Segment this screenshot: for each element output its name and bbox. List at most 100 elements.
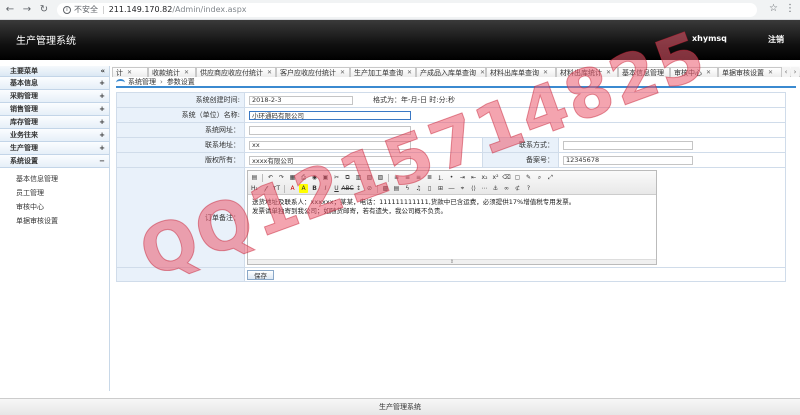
record-number-input[interactable]: 12345678: [563, 155, 693, 165]
font-size-icon[interactable]: тT: [272, 184, 281, 193]
paste-word-icon[interactable]: ▨: [376, 173, 385, 182]
tab-scroll-left-icon[interactable]: ‹: [782, 67, 790, 77]
align-justify-icon[interactable]: ≣: [425, 173, 434, 182]
sidebar-group-purchase[interactable]: 采购管理 +: [0, 90, 109, 103]
heading-icon[interactable]: H₁: [250, 184, 259, 193]
tab[interactable]: 审核中心 ✕: [670, 67, 718, 77]
search-icon[interactable]: ⌕: [535, 173, 544, 182]
code-icon[interactable]: ▣: [321, 173, 330, 182]
clear-format-icon[interactable]: ⌫: [502, 173, 511, 182]
close-icon[interactable]: ✕: [184, 69, 189, 76]
font-family-icon[interactable]: 𝒻: [261, 184, 270, 193]
tab[interactable]: 单据审核设置 ✕: [718, 67, 782, 77]
editor-resize-handle[interactable]: ⇕: [248, 259, 656, 265]
image-icon[interactable]: ▩: [381, 184, 390, 193]
tab[interactable]: 客户应收应付统计 ✕: [276, 67, 350, 77]
unordered-list-icon[interactable]: •: [447, 173, 456, 182]
outdent-icon[interactable]: ⇤: [469, 173, 478, 182]
reload-icon[interactable]: ↻: [37, 3, 51, 17]
source-icon[interactable]: ▤: [250, 173, 259, 182]
preview-icon[interactable]: ◉: [310, 173, 319, 182]
strikethrough-icon[interactable]: ABC: [341, 184, 353, 193]
sidebar-item-audit-settings[interactable]: 单据审核设置: [0, 214, 109, 228]
tab[interactable]: 材料出库统计 ✕: [556, 67, 618, 77]
indent-icon[interactable]: ⇥: [458, 173, 467, 182]
anchor-icon[interactable]: ⚓: [491, 184, 500, 193]
underline-icon[interactable]: U: [332, 184, 341, 193]
tab[interactable]: 收款统计 ✕: [148, 67, 196, 77]
sidebar-group-sales[interactable]: 销售管理 +: [0, 103, 109, 116]
link-icon[interactable]: ∞: [502, 184, 511, 193]
undo-icon[interactable]: ↶: [266, 173, 275, 182]
flash-icon[interactable]: ϟ: [403, 184, 412, 193]
italic-icon[interactable]: I: [321, 184, 330, 193]
paste-text-icon[interactable]: ▧: [365, 173, 374, 182]
close-icon[interactable]: ✕: [543, 69, 548, 76]
align-left-icon[interactable]: ≡: [392, 173, 401, 182]
align-center-icon[interactable]: ≡: [403, 173, 412, 182]
close-icon[interactable]: ✕: [606, 69, 611, 76]
map-icon[interactable]: ⌖: [458, 184, 467, 193]
sidebar-item-basic-info-manage[interactable]: 基本信息管理: [0, 172, 109, 186]
info-icon[interactable]: i: [63, 5, 71, 14]
page-break-icon[interactable]: ⋯: [480, 184, 489, 193]
hr-icon[interactable]: ―: [447, 184, 456, 193]
created-time-input[interactable]: 2018-2-3: [249, 95, 353, 105]
sidebar-item-staff[interactable]: 员工管理: [0, 186, 109, 200]
bookmark-star-icon[interactable]: ☆: [769, 3, 778, 14]
forward-icon[interactable]: →: [20, 3, 34, 17]
tab[interactable]: 计 ✕: [112, 67, 148, 77]
media-icon[interactable]: ♫: [414, 184, 423, 193]
code-block-icon[interactable]: ⟨⟩: [469, 184, 478, 193]
sidebar-collapse-icon[interactable]: «: [100, 67, 105, 75]
tab-scroll-right-icon[interactable]: ›: [791, 67, 799, 77]
close-icon[interactable]: ✕: [407, 69, 412, 76]
paste-icon[interactable]: ▥: [354, 173, 363, 182]
sidebar-group-settings[interactable]: 系统设置 −: [0, 155, 109, 168]
table-icon[interactable]: ⊞: [436, 184, 445, 193]
close-icon[interactable]: ✕: [340, 69, 345, 76]
save-button[interactable]: 保存: [247, 269, 274, 280]
tab-active[interactable]: 基本信息管理: [618, 67, 670, 77]
sidebar-group-production[interactable]: 生产管理 +: [0, 142, 109, 155]
browser-menu-icon[interactable]: ⋮: [785, 3, 795, 14]
copy-icon[interactable]: ⧉: [343, 173, 352, 182]
multi-image-icon[interactable]: ▤: [392, 184, 401, 193]
logout-link[interactable]: 注销: [768, 34, 784, 45]
close-icon[interactable]: ✕: [127, 69, 132, 76]
sidebar-group-business[interactable]: 业务往来 +: [0, 129, 109, 142]
close-icon[interactable]: ✕: [480, 69, 485, 76]
font-color-icon[interactable]: A: [288, 184, 297, 193]
editor-content[interactable]: 送货地址及联系人：xxxxxx；某某，电话：111111111111,货款中已含…: [248, 195, 656, 219]
tab[interactable]: 产成品入库单查询 ✕: [416, 67, 486, 77]
close-icon[interactable]: ✕: [706, 69, 711, 76]
redo-icon[interactable]: ↷: [277, 173, 286, 182]
cut-icon[interactable]: ✂: [332, 173, 341, 182]
line-height-icon[interactable]: ↕: [354, 184, 363, 193]
address-bar[interactable]: i 不安全 | 211.149.170.82 /Admin/index.aspx: [57, 2, 757, 17]
tab[interactable]: 生产加工单查询 ✕: [350, 67, 416, 77]
template-icon[interactable]: ▦: [288, 173, 297, 182]
system-url-input[interactable]: [249, 125, 411, 135]
company-name-input[interactable]: 小环通码有限公司: [249, 110, 411, 120]
select-all-icon[interactable]: ▢: [513, 173, 522, 182]
back-icon[interactable]: ←: [3, 3, 17, 17]
superscript-icon[interactable]: x²: [491, 173, 500, 182]
fullscreen-icon[interactable]: ⤢: [546, 173, 555, 182]
tab[interactable]: 供应商应收应付统计 ✕: [196, 67, 276, 77]
print-icon[interactable]: ⎙: [299, 173, 308, 182]
align-right-icon[interactable]: ≡: [414, 173, 423, 182]
subscript-icon[interactable]: x₂: [480, 173, 489, 182]
copyright-input[interactable]: xxxx有限公司: [249, 155, 411, 165]
sidebar-item-audit-center[interactable]: 审核中心: [0, 200, 109, 214]
tab[interactable]: 材料出库单查询 ✕: [486, 67, 556, 77]
close-icon[interactable]: ✕: [768, 69, 773, 76]
unlink-icon[interactable]: ⊄: [513, 184, 522, 193]
contact-input[interactable]: [563, 140, 693, 150]
file-icon[interactable]: ▯: [425, 184, 434, 193]
ordered-list-icon[interactable]: ⒈: [436, 173, 445, 182]
highlight-icon[interactable]: A: [299, 184, 308, 193]
bold-icon[interactable]: B: [310, 184, 319, 193]
close-icon[interactable]: ✕: [267, 69, 272, 76]
remove-format-icon[interactable]: ⊘: [365, 184, 374, 193]
